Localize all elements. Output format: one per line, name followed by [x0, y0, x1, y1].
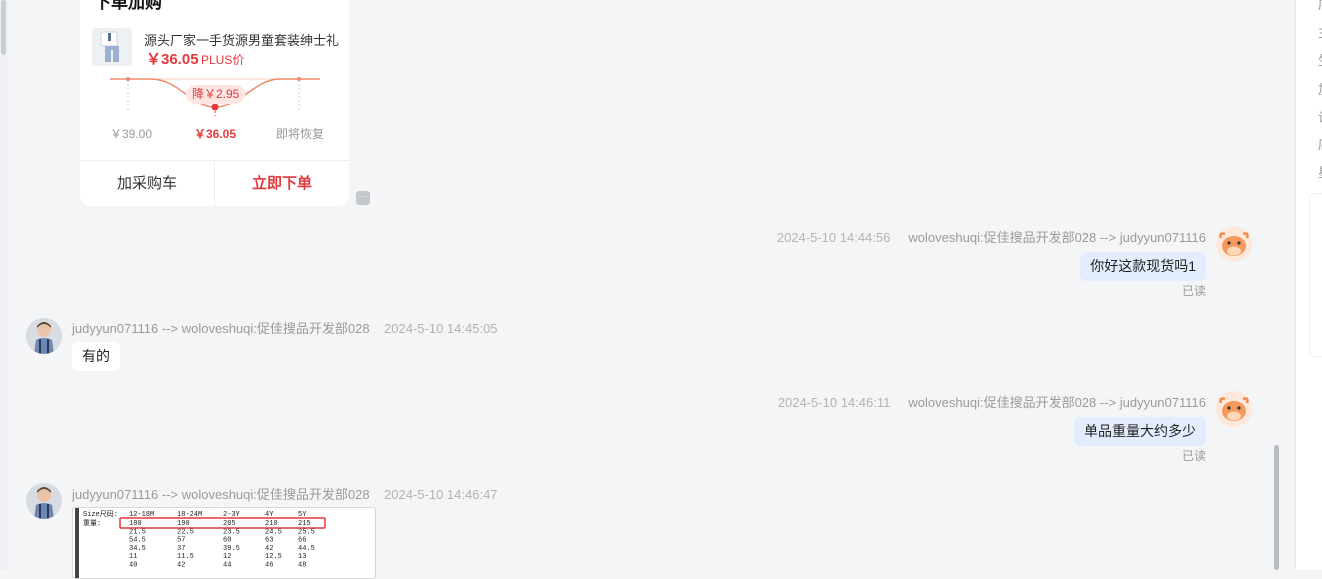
size-cell: 215: [298, 520, 311, 528]
size-cell: 190: [177, 520, 190, 528]
price-point-now: [211, 103, 219, 111]
product-image-icon: [100, 31, 119, 62]
product-thumbnail[interactable]: [92, 28, 132, 66]
add-to-cart-button[interactable]: 加采购车: [80, 161, 215, 206]
size-cell: 66: [298, 537, 306, 545]
read-status: 已读: [1181, 284, 1206, 298]
message-time: 2024-5-10 14:45:05: [384, 321, 498, 336]
size-cell: 57: [177, 537, 185, 545]
panel-label[interactable]: 主: [1318, 22, 1322, 41]
message-meta: judyyun071116 --> woloveshuqi:促佳搜品开发部028…: [72, 318, 498, 337]
right-scrollbar-thumb[interactable]: [1274, 445, 1279, 570]
size-cell: 34.5: [129, 545, 146, 553]
image-message[interactable]: Size尺码: 12-18M 18-24M 2-3Y 4Y 5Y 重量: 180 190 205 2…: [72, 507, 376, 579]
size-cell: 42: [265, 545, 273, 553]
message-meta: judyyun071116 --> woloveshuqi:促佳搜品开发部028…: [72, 484, 498, 503]
size-cell: 37: [177, 545, 185, 553]
size-cell: 210: [265, 520, 278, 528]
size-header-cell: Size尺码:: [83, 510, 118, 519]
panel-label[interactable]: 星: [1318, 162, 1322, 181]
product-card: 下单加购 源头厂家一手货源男童套装绅士礼 ￥36.05 PLUS价 降￥2.95…: [80, 0, 349, 206]
cow-avatar-icon: [1216, 226, 1252, 262]
size-cell: 60: [223, 537, 231, 545]
size-cell: 44: [223, 562, 231, 570]
message-bubble[interactable]: 有的: [72, 342, 120, 371]
child-avatar-icon: [26, 483, 62, 519]
panel-label[interactable]: 店: [1318, 0, 1322, 13]
product-actions: 加采购车 立即下单: [80, 160, 349, 206]
size-cell: 180: [129, 520, 142, 528]
size-cell: 44.5: [298, 545, 315, 553]
message-route: woloveshuqi:促佳搜品开发部028 --> judyyun071116: [908, 230, 1206, 245]
size-cell: 13: [298, 553, 306, 561]
size-cell: 重量:: [83, 519, 101, 528]
message-meta: 2024-5-10 14:46:11 woloveshuqi:促佳搜品开发部02…: [778, 392, 1206, 411]
message-meta: 2024-5-10 14:44:56 woloveshuqi:促佳搜品开发部02…: [777, 227, 1206, 246]
size-cell: 205: [223, 520, 236, 528]
size-cell: 24.5: [265, 528, 282, 536]
image-border-bar: [75, 508, 79, 578]
child-avatar-icon: [26, 318, 62, 354]
right-scrollbar[interactable]: [1273, 0, 1281, 570]
avatar[interactable]: [1216, 226, 1252, 262]
size-cell: 22.5: [177, 528, 194, 536]
size-cell: 63: [265, 537, 273, 545]
message-time: 2024-5-10 14:46:11: [777, 395, 891, 410]
left-scrollbar[interactable]: [0, 0, 8, 570]
price-point-after: [297, 77, 301, 81]
panel-label[interactable]: 加: [1318, 79, 1322, 98]
product-name[interactable]: 源头厂家一手货源男童套装绅士礼: [144, 30, 339, 49]
avatar[interactable]: [26, 483, 62, 519]
size-cell: 42: [177, 562, 185, 570]
message-route: judyyun071116 --> woloveshuqi:促佳搜品开发部028: [72, 321, 370, 336]
product-card-title: 下单加购: [94, 0, 162, 12]
avatar[interactable]: [1216, 391, 1252, 427]
message-bubble[interactable]: 单品重量大约多少: [1074, 417, 1206, 446]
size-cell: 39.5: [223, 545, 240, 553]
size-cell: 12.5: [265, 553, 282, 561]
size-cell: 40: [129, 562, 137, 570]
avatar[interactable]: [26, 318, 62, 354]
plus-price-tag: PLUS价: [201, 53, 245, 67]
price-label-before: ￥39.00: [110, 127, 153, 141]
order-now-button[interactable]: 立即下单: [215, 161, 349, 206]
size-chart-image: Size尺码: 12-18M 18-24M 2-3Y 4Y 5Y重量: 180 190 205 2…: [75, 508, 326, 578]
size-cell: 46: [265, 562, 273, 570]
size-cell: 54.5: [129, 537, 146, 545]
message-bubble[interactable]: 你好这款现货吗1: [1080, 252, 1206, 281]
read-status: 已读: [1181, 449, 1206, 463]
price-point-before: [126, 77, 130, 81]
size-cell: 12: [223, 553, 231, 561]
size-cell: 11: [129, 553, 137, 561]
size-cell: 23.5: [223, 528, 240, 536]
more-options-icon[interactable]: ···: [356, 191, 370, 205]
panel-label[interactable]: 设: [1318, 107, 1322, 126]
panel-label[interactable]: 生: [1318, 50, 1322, 69]
size-cell: 25.5: [298, 528, 315, 536]
info-card: [1309, 193, 1322, 357]
message-route: woloveshuqi:促佳搜品开发部028 --> judyyun071116: [908, 395, 1206, 410]
message-time: 2024-5-10 14:44:56: [776, 230, 891, 245]
panel-label[interactable]: 店: [1318, 134, 1322, 153]
size-cell: 48: [298, 562, 306, 570]
product-price: ￥36.05: [146, 51, 199, 68]
size-cell: 21.5: [129, 528, 146, 536]
message-time: 2024-5-10 14:46:47: [384, 487, 498, 502]
size-cell: 11.5: [177, 553, 194, 561]
price-drop-badge: 降￥2.95: [186, 85, 246, 104]
cow-avatar-icon: [1216, 391, 1252, 427]
chat-area: 下单加购 源头厂家一手货源男童套装绅士礼 ￥36.05 PLUS价 降￥2.95…: [8, 0, 1273, 579]
left-scrollbar-thumb[interactable]: [1, 0, 6, 55]
price-label-after: 即将恢复: [276, 127, 325, 141]
right-info-panel: 店主生加设店星: [1295, 0, 1322, 570]
price-label-now: ￥36.05: [194, 127, 237, 141]
message-route: judyyun071116 --> woloveshuqi:促佳搜品开发部028: [72, 487, 370, 502]
